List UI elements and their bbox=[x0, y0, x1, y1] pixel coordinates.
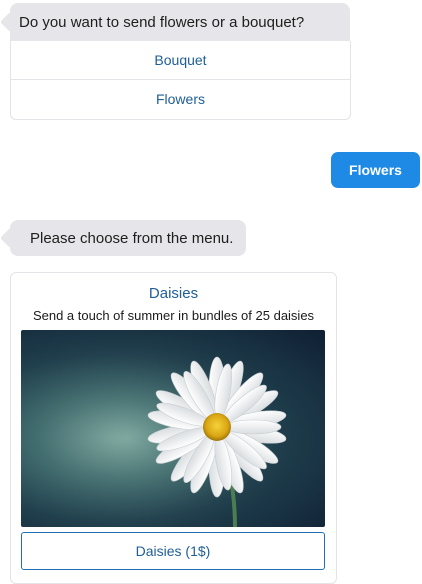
user-message-text: Flowers bbox=[349, 162, 402, 178]
card-button-daisies[interactable]: Daisies (1$) bbox=[21, 532, 325, 570]
product-card-daisies: Daisies Send a touch of summer in bundle… bbox=[10, 272, 337, 584]
user-message-flowers: Flowers bbox=[331, 152, 420, 188]
quick-replies: Bouquet Flowers bbox=[10, 41, 351, 120]
card-image-daisy bbox=[21, 330, 325, 527]
quick-reply-flowers[interactable]: Flowers bbox=[11, 79, 350, 118]
card-title: Daisies bbox=[148, 285, 199, 302]
card-subtitle: Send a touch of summer in bundles of 25 … bbox=[32, 308, 315, 323]
bot-message-text: Do you want to send flowers or a bouquet… bbox=[19, 13, 305, 31]
daisy-flower-icon bbox=[21, 330, 325, 527]
quick-reply-bouquet[interactable]: Bouquet bbox=[11, 41, 350, 79]
bot-message-prompt: Please choose from the menu. bbox=[10, 220, 246, 256]
bot-message-text: Please choose from the menu. bbox=[30, 229, 234, 247]
bot-message-question: Do you want to send flowers or a bouquet… bbox=[10, 3, 350, 41]
